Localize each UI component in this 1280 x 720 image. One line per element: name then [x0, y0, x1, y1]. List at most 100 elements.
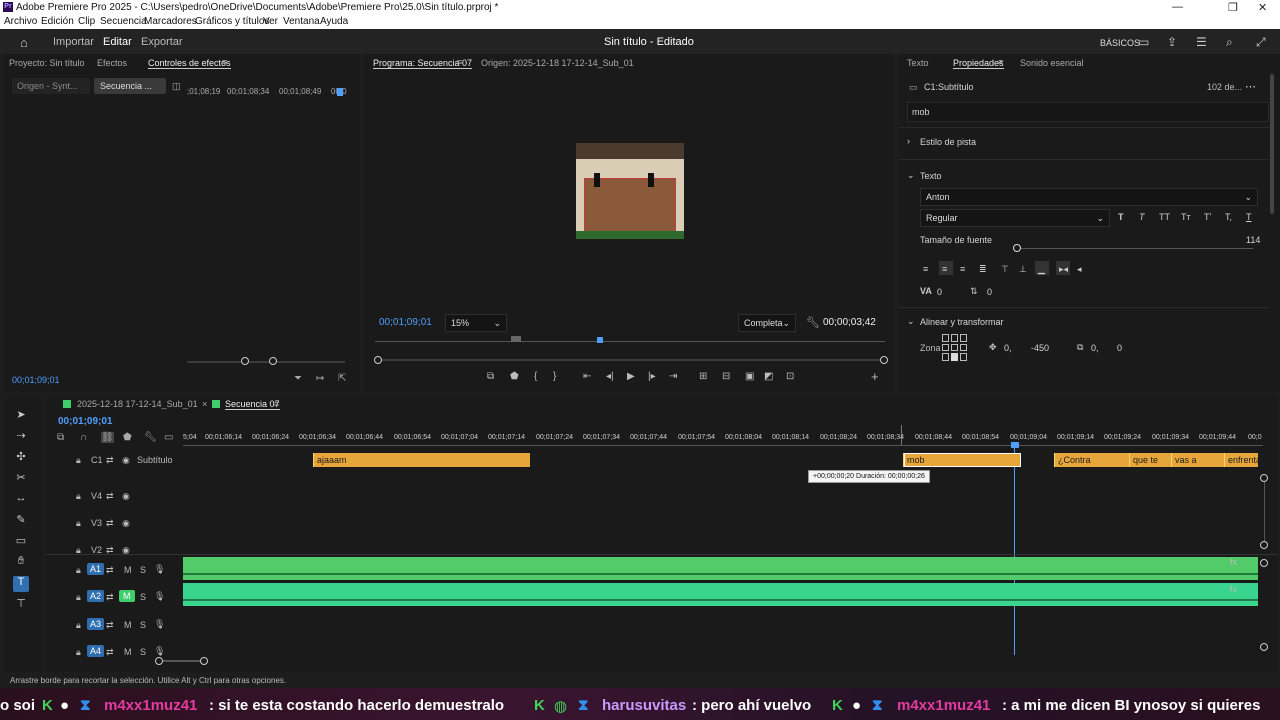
h-scrollbar[interactable]	[156, 660, 206, 662]
settings-wrench-icon[interactable]: 🔧︎	[144, 432, 157, 443]
toggle-icon[interactable]: ◫	[172, 81, 181, 92]
collapse-icon[interactable]: ⌄	[907, 316, 915, 327]
caption-clip[interactable]: que te	[1129, 453, 1171, 467]
hand-tool-icon[interactable]: ✋︎	[13, 555, 29, 571]
section-texto[interactable]: Texto	[920, 171, 942, 181]
export-icon[interactable]: ⇱	[338, 373, 346, 384]
lock-icon[interactable]: 🔒︎	[76, 491, 81, 502]
ltr-icon[interactable]: ▸◂	[1059, 264, 1068, 275]
eye-icon[interactable]: ◉	[122, 455, 130, 466]
sync-lock-icon[interactable]: ⇄	[106, 565, 114, 576]
font-size-slider-handle[interactable]	[1013, 244, 1021, 252]
pen-tool-icon[interactable]: ✎	[13, 513, 29, 529]
effect-timecode[interactable]: 00;01;09;01	[12, 375, 60, 385]
track-select-tool-icon[interactable]: ⇢	[13, 429, 29, 445]
zone-cell-active[interactable]	[951, 353, 958, 361]
zone-cell[interactable]	[942, 353, 949, 361]
solo-button[interactable]: S	[140, 647, 146, 657]
mic-icon[interactable]: 🎙︎	[154, 591, 165, 602]
menu-ver[interactable]: Ver	[263, 16, 278, 27]
font-dropdown[interactable]: Anton ⌄	[920, 188, 1258, 206]
add-marker-icon[interactable]: ⬟	[123, 432, 132, 443]
v-scroll-handle[interactable]	[1260, 559, 1268, 567]
tab-origen[interactable]: Origen: 2025-12-18 17-12-14_Sub_01	[481, 58, 634, 68]
lock-icon[interactable]: 🔒︎	[76, 592, 81, 603]
tab-editar[interactable]: Editar	[103, 36, 132, 48]
zone-grid[interactable]	[942, 334, 969, 361]
monitor-scrollbar[interactable]	[377, 359, 885, 361]
insert-icon[interactable]: ⊞	[699, 371, 707, 382]
sync-lock-icon[interactable]: ⇄	[106, 491, 114, 502]
eye-icon[interactable]: ◉	[122, 491, 130, 502]
lock-icon[interactable]: 🔒︎	[76, 620, 81, 631]
track-label-a4[interactable]: A4	[87, 645, 105, 657]
zoom-scrollbar[interactable]	[187, 361, 345, 363]
align-center-icon[interactable]: ≡	[942, 264, 947, 274]
monitor-playhead[interactable]	[597, 337, 603, 343]
home-icon[interactable]: ⌂	[20, 35, 28, 50]
tab-proyecto[interactable]: Proyecto: Sin título	[9, 58, 85, 68]
position-y[interactable]: -450	[1031, 343, 1049, 353]
mark-out-icon[interactable]: }	[553, 371, 556, 382]
mark-in-icon[interactable]: {	[534, 371, 537, 382]
sync-lock-icon[interactable]: ⇄	[106, 647, 114, 658]
camera-icon[interactable]: ▣	[745, 371, 754, 382]
section-alinear[interactable]: Alinear y transformar	[920, 317, 1004, 327]
italic-icon[interactable]: T	[1139, 212, 1145, 222]
tab-texto[interactable]: Texto	[907, 58, 929, 68]
timeline-menu-icon[interactable]: ≡	[274, 399, 279, 409]
tab-secuencia07[interactable]: Secuencia 07	[225, 399, 280, 410]
mute-button[interactable]: M	[124, 565, 132, 575]
expand-icon[interactable]: ›	[907, 136, 910, 146]
play-audio-icon[interactable]: ↦	[316, 373, 324, 384]
caption-clip[interactable]: ¿Contra	[1054, 453, 1129, 467]
v-scroll-handle[interactable]	[1260, 643, 1268, 651]
slip-tool-icon[interactable]: ↔	[13, 492, 29, 508]
menu-icon[interactable]: ☰	[1196, 35, 1207, 49]
panel-menu-icon[interactable]: ≡	[222, 57, 227, 67]
track-label-a2[interactable]: A2	[87, 590, 105, 602]
caption-clip-selected[interactable]: mob	[903, 453, 1021, 467]
track-label-a1[interactable]: A1	[87, 563, 105, 575]
video-frame[interactable]	[576, 143, 684, 239]
sync-lock-icon[interactable]: ⇄	[106, 518, 114, 529]
tab-exportar[interactable]: Exportar	[141, 36, 183, 48]
menu-ventana[interactable]: Ventana	[283, 16, 320, 27]
workspace-label[interactable]: BÁSICOS	[1100, 38, 1140, 48]
filter-icon[interactable]: ⏷	[294, 373, 302, 384]
go-to-out-icon[interactable]: ⇥	[669, 371, 677, 382]
timeline-timecode[interactable]: 00;01;09;01	[58, 416, 112, 427]
underline-icon[interactable]: T	[1246, 212, 1252, 222]
section-estilo-pista[interactable]: Estilo de pista	[920, 137, 976, 147]
close-icon[interactable]: ✕	[1258, 1, 1267, 14]
program-timecode[interactable]: 00;01;09;01	[379, 317, 432, 328]
audio-clip-a2[interactable]	[183, 583, 1258, 606]
mute-button[interactable]: M	[124, 620, 132, 630]
lock-icon[interactable]: 🔒︎	[76, 647, 81, 658]
zone-cell[interactable]	[960, 353, 967, 361]
anchor-y[interactable]: 0	[1117, 343, 1122, 353]
align-middle-icon[interactable]: ⊥	[1019, 264, 1027, 275]
sync-lock-icon[interactable]: ⇄	[106, 592, 114, 603]
properties-scrollbar[interactable]	[1270, 74, 1274, 214]
tab-propiedades[interactable]: Propiedades	[953, 58, 1004, 69]
zone-cell[interactable]	[942, 334, 949, 342]
scroll-handle-left[interactable]	[374, 356, 382, 364]
clip-fx-icon[interactable]: fx	[1230, 557, 1237, 567]
captions-toggle-icon[interactable]: ▭	[164, 432, 173, 443]
align-right-icon[interactable]: ≡	[960, 264, 965, 274]
bold-icon[interactable]: T	[1118, 212, 1124, 222]
track-label-a3[interactable]: A3	[87, 618, 105, 630]
linked-selection-icon[interactable]: ⛓	[101, 432, 114, 443]
menu-ayuda[interactable]: Ayuda	[320, 16, 348, 27]
sync-lock-icon[interactable]: ⇄	[106, 455, 114, 466]
timeline-playhead-line[interactable]	[1014, 447, 1015, 655]
font-size-value[interactable]: 114	[1246, 235, 1260, 245]
extract-frame-icon[interactable]: ⧉	[487, 371, 494, 382]
clip-fx-icon[interactable]: fx	[1230, 584, 1237, 594]
solo-button[interactable]: S	[140, 620, 146, 630]
quality-dropdown[interactable]: Completa ⌄	[738, 314, 796, 332]
vertical-type-tool-icon[interactable]: ⊤	[13, 597, 29, 613]
tab-importar[interactable]: Importar	[53, 36, 94, 48]
rectangle-tool-icon[interactable]: ▭	[13, 534, 29, 550]
